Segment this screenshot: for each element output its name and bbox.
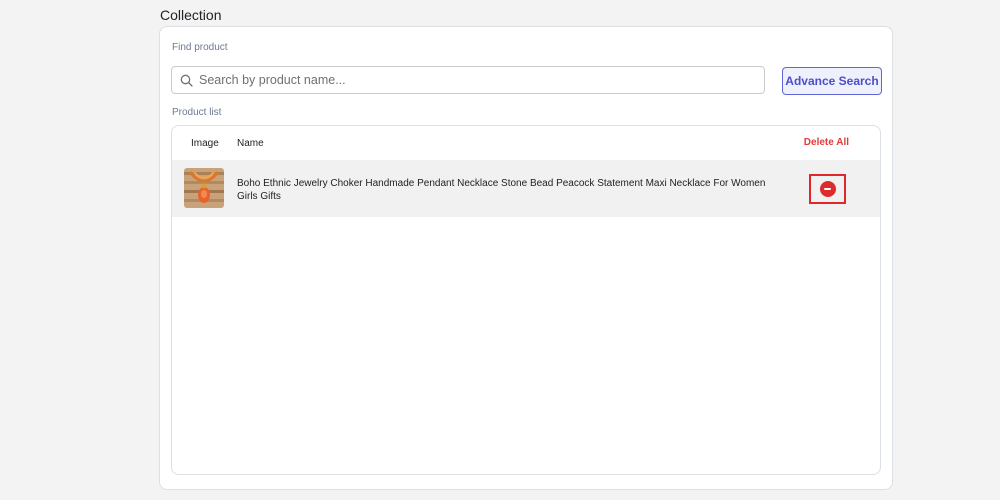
product-row: Boho Ethnic Jewelry Choker Handmade Pend… (172, 160, 880, 217)
find-product-label: Find product (172, 42, 228, 53)
list-header: Image Name Delete All (172, 126, 880, 160)
product-name: Boho Ethnic Jewelry Choker Handmade Pend… (237, 178, 766, 202)
search-box[interactable] (171, 66, 765, 94)
search-input[interactable] (199, 73, 764, 87)
delete-all-button[interactable]: Delete All (804, 137, 849, 148)
product-thumbnail (184, 168, 224, 208)
section-title: Collection (160, 7, 222, 23)
column-header-image: Image (191, 138, 219, 149)
column-header-name: Name (237, 138, 264, 149)
collection-card: Find product Advance Search Product list… (159, 26, 893, 490)
minus-circle-icon (819, 181, 836, 197)
remove-product-button[interactable] (809, 174, 846, 204)
advance-search-button[interactable]: Advance Search (782, 67, 882, 95)
search-icon (179, 73, 193, 87)
product-list: Image Name Delete All Boho Ethnic Jewelr… (171, 125, 881, 475)
product-list-label: Product list (172, 107, 222, 118)
